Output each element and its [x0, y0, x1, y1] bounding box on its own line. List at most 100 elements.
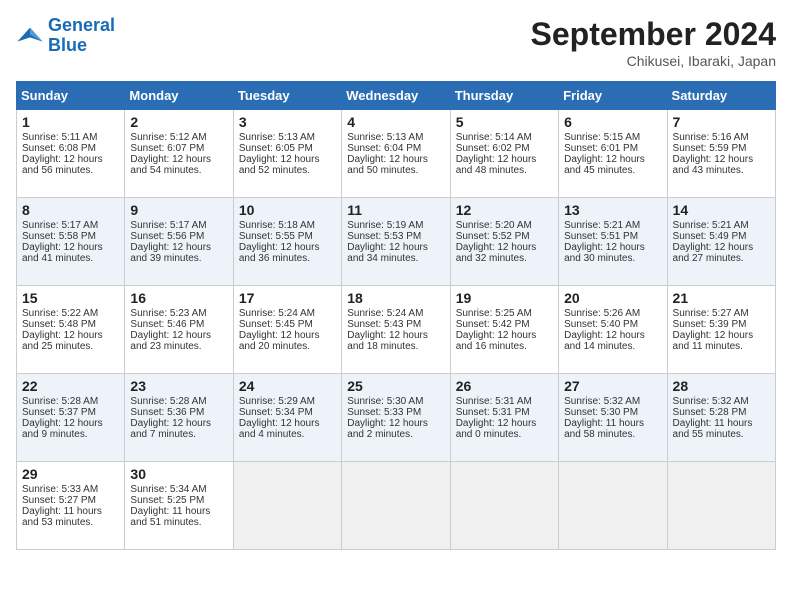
- sunset-label: Sunset: 6:07 PM: [130, 143, 204, 154]
- day-number: 11: [347, 202, 444, 218]
- table-row: 7Sunrise: 5:16 AMSunset: 5:59 PMDaylight…: [667, 110, 775, 198]
- sunrise-label: Sunrise: 5:23 AM: [130, 308, 206, 319]
- sunrise-label: Sunrise: 5:12 AM: [130, 132, 206, 143]
- sunset-label: Sunset: 5:39 PM: [673, 319, 747, 330]
- table-row: 22 Sunrise: 5:28 AMSunset: 5:37 PMDayligh…: [17, 374, 125, 462]
- day-number: 28: [673, 378, 770, 394]
- daylight-label: Daylight: 12 hours and 16 minutes.: [456, 330, 537, 352]
- sunset-label: Sunset: 5:45 PM: [239, 319, 313, 330]
- day-number: 27: [564, 378, 661, 394]
- day-number: 4: [347, 114, 444, 130]
- daylight-label: Daylight: 12 hours and 36 minutes.: [239, 242, 320, 264]
- sunset-label: Sunset: 5:25 PM: [130, 495, 204, 506]
- daylight-label: Daylight: 12 hours and 7 minutes.: [130, 418, 211, 440]
- sunrise-label: Sunrise: 5:17 AM: [22, 220, 98, 231]
- table-row: 21Sunrise: 5:27 AMSunset: 5:39 PMDayligh…: [667, 286, 775, 374]
- sunset-label: Sunset: 5:42 PM: [456, 319, 530, 330]
- sunrise-label: Sunrise: 5:21 AM: [564, 220, 640, 231]
- sunset-label: Sunset: 6:04 PM: [347, 143, 421, 154]
- sunrise-label: Sunrise: 5:28 AM: [22, 396, 98, 407]
- sunset-label: Sunset: 5:59 PM: [673, 143, 747, 154]
- calendar-row: 1Sunrise: 5:11 AMSunset: 6:08 PMDaylight…: [17, 110, 776, 198]
- day-number: 23: [130, 378, 227, 394]
- table-row: [233, 462, 341, 550]
- day-number: 5: [456, 114, 553, 130]
- sunrise-label: Sunrise: 5:25 AM: [456, 308, 532, 319]
- sunset-label: Sunset: 5:30 PM: [564, 407, 638, 418]
- day-number: 1: [22, 114, 119, 130]
- day-number: 22: [22, 378, 119, 394]
- col-friday: Friday: [559, 82, 667, 110]
- table-row: 1Sunrise: 5:11 AMSunset: 6:08 PMDaylight…: [17, 110, 125, 198]
- sunset-label: Sunset: 5:37 PM: [22, 407, 96, 418]
- table-row: 19 Sunrise: 5:25 AMSunset: 5:42 PMDayligh…: [450, 286, 558, 374]
- sunset-label: Sunset: 5:51 PM: [564, 231, 638, 242]
- day-number: 12: [456, 202, 553, 218]
- day-number: 6: [564, 114, 661, 130]
- month-title: September 2024: [531, 16, 776, 53]
- daylight-label: Daylight: 12 hours and 32 minutes.: [456, 242, 537, 264]
- day-number: 15: [22, 290, 119, 306]
- day-number: 8: [22, 202, 119, 218]
- sunset-label: Sunset: 5:31 PM: [456, 407, 530, 418]
- day-number: 19: [456, 290, 553, 306]
- sunrise-label: Sunrise: 5:29 AM: [239, 396, 315, 407]
- table-row: 16Sunrise: 5:23 AMSunset: 5:46 PMDayligh…: [125, 286, 233, 374]
- page-header: General Blue September 2024 Chikusei, Ib…: [16, 16, 776, 69]
- daylight-label: Daylight: 12 hours and 45 minutes.: [564, 154, 645, 176]
- sunset-label: Sunset: 5:52 PM: [456, 231, 530, 242]
- sunrise-label: Sunrise: 5:18 AM: [239, 220, 315, 231]
- table-row: 25Sunrise: 5:30 AMSunset: 5:33 PMDayligh…: [342, 374, 450, 462]
- sunset-label: Sunset: 5:53 PM: [347, 231, 421, 242]
- logo: General Blue: [16, 16, 115, 56]
- daylight-label: Daylight: 12 hours and 18 minutes.: [347, 330, 428, 352]
- col-monday: Monday: [125, 82, 233, 110]
- sunset-label: Sunset: 5:58 PM: [22, 231, 96, 242]
- daylight-label: Daylight: 12 hours and 41 minutes.: [22, 242, 103, 264]
- sunrise-label: Sunrise: 5:32 AM: [673, 396, 749, 407]
- table-row: 17Sunrise: 5:24 AMSunset: 5:45 PMDayligh…: [233, 286, 341, 374]
- sunset-label: Sunset: 5:48 PM: [22, 319, 96, 330]
- table-row: 2Sunrise: 5:12 AMSunset: 6:07 PMDaylight…: [125, 110, 233, 198]
- daylight-label: Daylight: 12 hours and 11 minutes.: [673, 330, 754, 352]
- table-row: 11Sunrise: 5:19 AMSunset: 5:53 PMDayligh…: [342, 198, 450, 286]
- header-row: Sunday Monday Tuesday Wednesday Thursday…: [17, 82, 776, 110]
- day-number: 7: [673, 114, 770, 130]
- col-thursday: Thursday: [450, 82, 558, 110]
- sunrise-label: Sunrise: 5:34 AM: [130, 484, 206, 495]
- sunrise-label: Sunrise: 5:32 AM: [564, 396, 640, 407]
- col-tuesday: Tuesday: [233, 82, 341, 110]
- sunrise-label: Sunrise: 5:33 AM: [22, 484, 98, 495]
- sunset-label: Sunset: 6:08 PM: [22, 143, 96, 154]
- daylight-label: Daylight: 12 hours and 39 minutes.: [130, 242, 211, 264]
- sunset-label: Sunset: 5:49 PM: [673, 231, 747, 242]
- sunset-label: Sunset: 6:01 PM: [564, 143, 638, 154]
- logo-blue: Blue: [48, 35, 87, 55]
- daylight-label: Daylight: 12 hours and 30 minutes.: [564, 242, 645, 264]
- sunset-label: Sunset: 5:27 PM: [22, 495, 96, 506]
- sunrise-label: Sunrise: 5:22 AM: [22, 308, 98, 319]
- sunset-label: Sunset: 5:28 PM: [673, 407, 747, 418]
- title-block: September 2024 Chikusei, Ibaraki, Japan: [531, 16, 776, 69]
- sunset-label: Sunset: 5:43 PM: [347, 319, 421, 330]
- daylight-label: Daylight: 11 hours and 51 minutes.: [130, 506, 210, 528]
- day-number: 18: [347, 290, 444, 306]
- sunset-label: Sunset: 5:56 PM: [130, 231, 204, 242]
- day-number: 3: [239, 114, 336, 130]
- table-row: 26Sunrise: 5:31 AMSunset: 5:31 PMDayligh…: [450, 374, 558, 462]
- table-row: 27Sunrise: 5:32 AMSunset: 5:30 PMDayligh…: [559, 374, 667, 462]
- daylight-label: Daylight: 12 hours and 34 minutes.: [347, 242, 428, 264]
- daylight-label: Daylight: 12 hours and 2 minutes.: [347, 418, 428, 440]
- sunset-label: Sunset: 5:34 PM: [239, 407, 313, 418]
- day-number: 16: [130, 290, 227, 306]
- logo-icon: [16, 22, 44, 50]
- day-number: 20: [564, 290, 661, 306]
- table-row: 28 Sunrise: 5:32 AMSunset: 5:28 PMDayligh…: [667, 374, 775, 462]
- daylight-label: Daylight: 12 hours and 9 minutes.: [22, 418, 103, 440]
- daylight-label: Daylight: 11 hours and 55 minutes.: [673, 418, 753, 440]
- sunrise-label: Sunrise: 5:13 AM: [347, 132, 423, 143]
- table-row: 13Sunrise: 5:21 AMSunset: 5:51 PMDayligh…: [559, 198, 667, 286]
- table-row: 4Sunrise: 5:13 AMSunset: 6:04 PMDaylight…: [342, 110, 450, 198]
- sunrise-label: Sunrise: 5:15 AM: [564, 132, 640, 143]
- col-wednesday: Wednesday: [342, 82, 450, 110]
